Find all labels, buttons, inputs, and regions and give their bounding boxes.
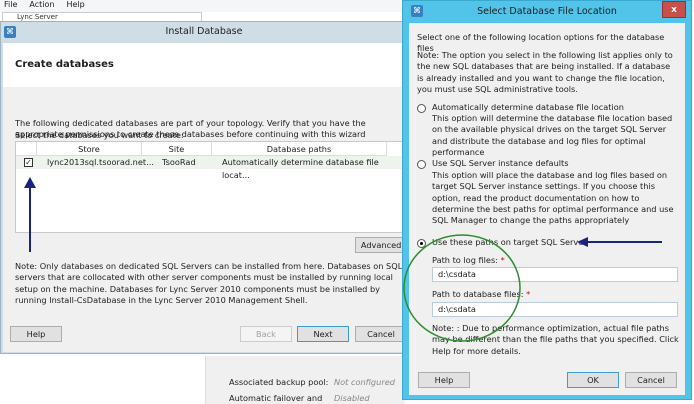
annotations-overlay bbox=[24, 177, 662, 342]
highlight-circle bbox=[403, 234, 521, 342]
left-arrow-icon bbox=[577, 237, 662, 247]
up-arrow-icon bbox=[24, 177, 36, 252]
